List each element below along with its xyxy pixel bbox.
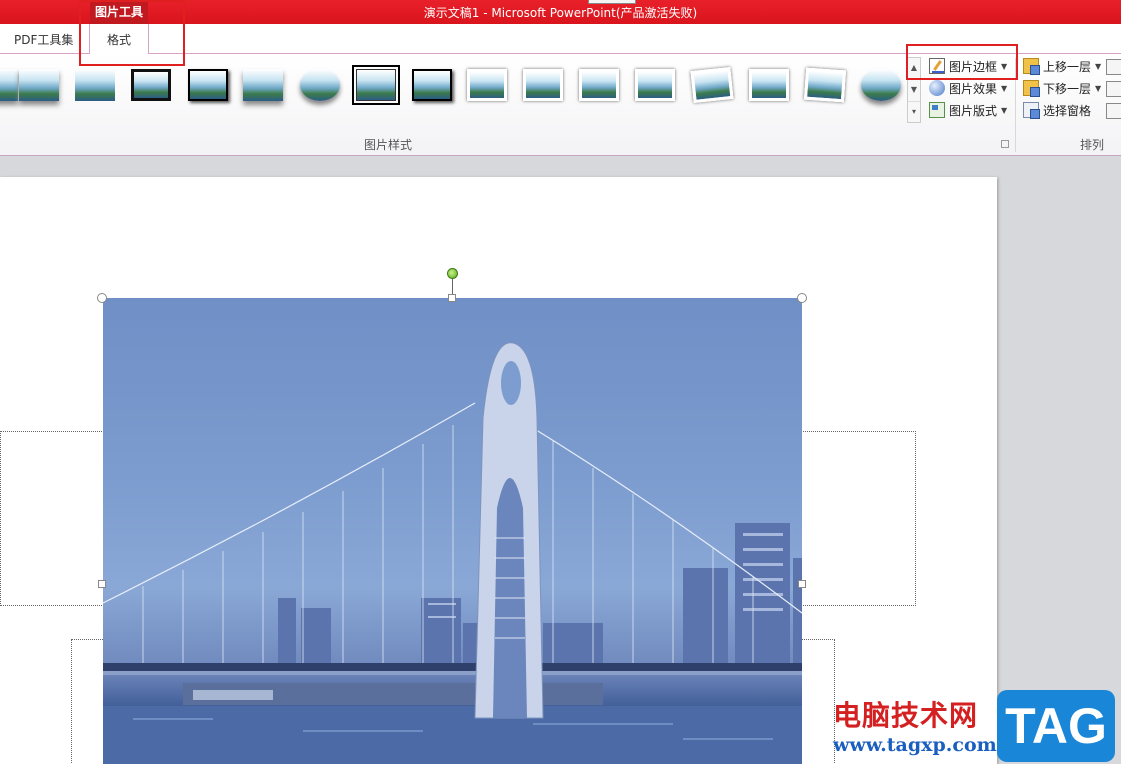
resize-handle-right[interactable] [798, 580, 806, 588]
chevron-down-icon[interactable]: ▼ [908, 80, 920, 102]
resize-handle-top-right[interactable] [797, 293, 807, 303]
watermark-url: www.tagxp.com [833, 734, 997, 756]
picture-style-thumb[interactable] [412, 69, 452, 101]
picture-layout-label: 图片版式 [949, 103, 998, 118]
bridge-photo[interactable] [103, 298, 802, 764]
title-notch [588, 0, 636, 4]
resize-handle-top[interactable] [448, 294, 456, 302]
bring-forward-button[interactable]: 上移一层 ▼ [1023, 56, 1101, 76]
highlight-format-tab [79, 0, 185, 66]
send-backward-label: 下移一层 [1043, 81, 1092, 96]
selection-pane-button[interactable]: 选择窗格 [1023, 100, 1091, 120]
picture-style-thumb[interactable] [19, 69, 59, 101]
group-icon[interactable] [1106, 81, 1121, 97]
watermark-site-name: 电脑技术网 [833, 699, 979, 732]
bridge-illustration [103, 342, 802, 764]
picture-effects-icon [929, 80, 945, 96]
picture-style-thumb[interactable] [861, 69, 901, 101]
selection-pane-label: 选择窗格 [1043, 103, 1092, 118]
send-backward-icon [1023, 80, 1040, 97]
picture-styles-group-label: 图片样式 [364, 138, 413, 152]
rotate-connector [452, 279, 453, 295]
picture-layout-icon [929, 102, 945, 118]
picture-style-thumb[interactable] [0, 69, 18, 101]
bring-forward-icon [1023, 58, 1040, 75]
picture-style-thumb[interactable] [523, 69, 563, 101]
tab-pdf-tools[interactable]: PDF工具集 [14, 31, 73, 48]
resize-handle-top-left[interactable] [97, 293, 107, 303]
chevron-down-icon: ▼ [1095, 61, 1102, 71]
rotate-handle[interactable] [447, 268, 458, 279]
arrange-group-label: 排列 [1080, 138, 1105, 152]
gallery-more-icon[interactable]: ▾ [908, 102, 920, 124]
picture-style-gallery[interactable] [0, 62, 905, 114]
picture-style-thumb[interactable] [467, 69, 507, 101]
picture-style-thumb[interactable] [131, 69, 171, 101]
dialog-launcher-icon[interactable] [1001, 140, 1009, 148]
chevron-down-icon: ▼ [1001, 105, 1008, 115]
bring-forward-label: 上移一层 [1043, 59, 1092, 74]
picture-style-thumb[interactable] [243, 69, 283, 101]
watermark-tag-logo: TAG [997, 690, 1115, 762]
picture-style-thumb[interactable] [635, 69, 675, 101]
picture-style-thumb[interactable] [579, 69, 619, 101]
send-backward-button[interactable]: 下移一层 ▼ [1023, 78, 1101, 98]
chevron-down-icon: ▼ [1095, 83, 1102, 93]
picture-style-thumb[interactable] [803, 67, 847, 103]
chevron-down-icon: ▼ [1001, 83, 1008, 93]
picture-effects-label: 图片效果 [949, 81, 998, 96]
rotate-icon[interactable] [1106, 103, 1121, 119]
picture-style-thumb[interactable] [75, 69, 115, 101]
picture-effects-button[interactable]: 图片效果 ▼ [929, 78, 1007, 98]
picture-style-thumb[interactable] [188, 69, 228, 101]
picture-layout-button[interactable]: 图片版式 ▼ [929, 100, 1007, 120]
picture-style-thumb[interactable] [690, 66, 734, 104]
selection-pane-icon [1023, 102, 1040, 119]
picture-style-thumb[interactable] [300, 69, 340, 101]
highlight-picture-border [906, 44, 1018, 80]
picture-style-thumb[interactable] [352, 65, 400, 105]
resize-handle-left[interactable] [98, 580, 106, 588]
picture-style-thumb[interactable] [749, 69, 789, 101]
align-icon[interactable] [1106, 59, 1121, 75]
